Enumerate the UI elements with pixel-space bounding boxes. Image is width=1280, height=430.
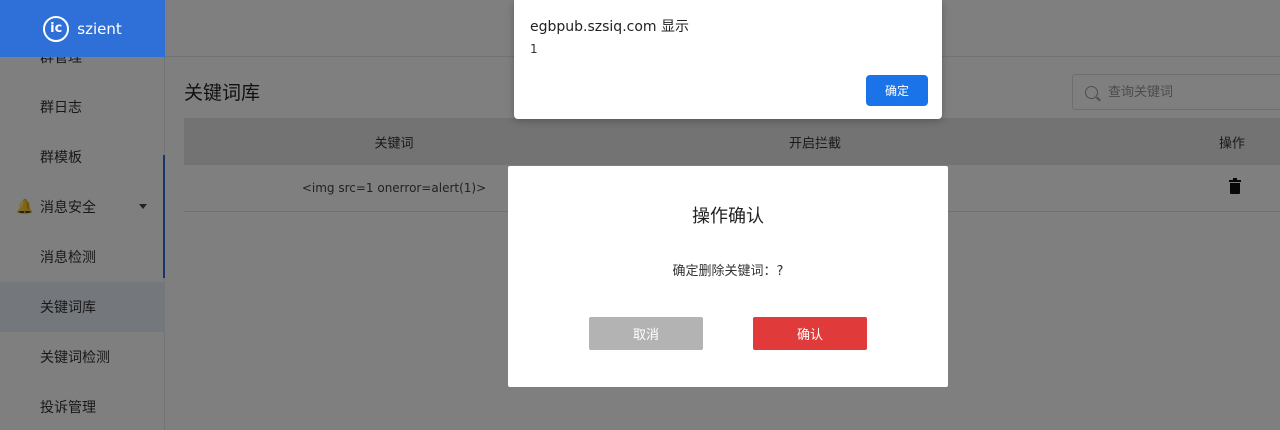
alert-ok-button[interactable]: 确定 — [866, 75, 928, 106]
dialog-message: 确定删除关键词：? — [672, 264, 784, 279]
app-root: ic szient 群管理 ic szient 群日志 群模板 🔔 消息安全 消… — [0, 0, 1280, 430]
logo-text: szient — [77, 19, 122, 38]
alert-message: 1 — [530, 42, 538, 56]
logo-bar-overlap: ic szient — [0, 0, 165, 57]
confirm-button[interactable]: 确认 — [753, 317, 867, 350]
logo-icon: ic — [43, 15, 70, 42]
dialog-title: 操作确认 — [692, 206, 764, 227]
confirm-dialog: 操作确认 确定删除关键词：? 取消 确认 — [508, 166, 948, 387]
browser-alert: egbpub.szsiq.com 显示 1 确定 — [514, 0, 942, 119]
cancel-button[interactable]: 取消 — [589, 317, 703, 350]
alert-title: egbpub.szsiq.com 显示 — [530, 19, 689, 35]
